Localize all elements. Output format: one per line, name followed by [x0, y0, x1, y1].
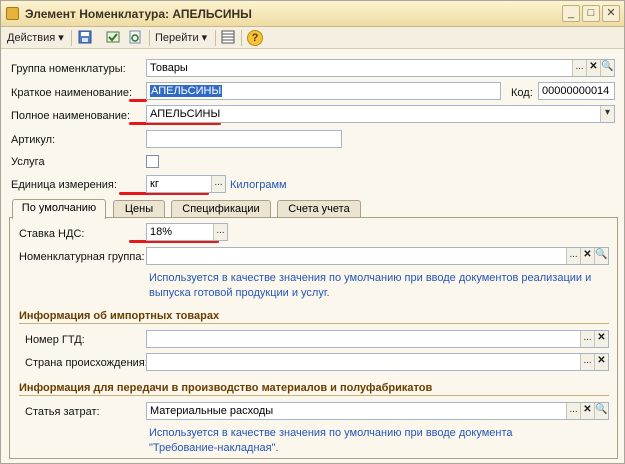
item-group-field[interactable]: ... ✕ 🔍 [146, 247, 609, 265]
close-button[interactable]: ✕ [602, 5, 620, 22]
annotation-underline [129, 99, 147, 102]
save-record-icon[interactable] [77, 30, 93, 46]
search-icon[interactable]: 🔍 [600, 60, 614, 76]
window-title: Элемент Номенклатура: АПЕЛЬСИНЫ [25, 7, 252, 21]
code-label: Код: [511, 87, 533, 99]
chevron-down-icon: ▾ [58, 32, 64, 44]
maximize-button[interactable]: □ [582, 5, 600, 22]
actions-label: Действия [7, 32, 56, 44]
chevron-down-icon[interactable]: ▾ [600, 106, 614, 122]
toolbar-divider [215, 30, 216, 46]
goto-menu[interactable]: Перейти ▾ [155, 30, 207, 46]
hint-line: "Требование-накладная". [149, 442, 279, 454]
tab-defaults[interactable]: По умолчанию [12, 199, 106, 219]
unit-label: Единица измерения: [11, 179, 117, 191]
unit-full-name-link[interactable]: Килограмм [230, 179, 287, 191]
toolbar-divider [241, 30, 242, 46]
hint-line: Используется в качестве значения по умол… [149, 272, 592, 284]
minimize-button[interactable]: _ [562, 5, 580, 22]
code-value: 00000000014 [542, 85, 610, 97]
full-name-value: АПЕЛЬСИНЫ [150, 108, 221, 120]
service-checkbox[interactable] [146, 155, 159, 168]
tab-prices[interactable]: Цены [113, 200, 165, 218]
hint-line: выпуска готовой продукции и услуг. [149, 287, 330, 299]
help-icon[interactable]: ? [247, 30, 263, 46]
gtd-label: Номер ГТД: [25, 334, 85, 346]
cost-item-label: Статья затрат: [25, 406, 100, 418]
toolbar-divider [71, 30, 72, 46]
hint-line: Используется в качестве значения по умол… [149, 427, 513, 439]
clear-icon[interactable]: ✕ [594, 331, 608, 347]
item-group-label: Номенклатурная группа: [19, 251, 145, 263]
search-icon[interactable]: 🔍 [594, 248, 608, 264]
section-divider [19, 395, 609, 396]
select-button[interactable]: ... [572, 60, 586, 76]
service-label: Услуга [11, 156, 45, 168]
tab-accounts[interactable]: Счета учета [277, 200, 361, 218]
group-value: Товары [150, 62, 188, 74]
toolbar-divider [149, 30, 150, 46]
short-name-value: АПЕЛЬСИНЫ [150, 85, 223, 97]
tab-specifications[interactable]: Спецификации [171, 200, 271, 218]
unit-field[interactable]: кг ... [146, 175, 226, 193]
clear-icon[interactable]: ✕ [594, 354, 608, 370]
section-divider [19, 323, 609, 324]
clear-icon[interactable]: ✕ [586, 60, 600, 76]
import-section-title: Информация об импортных товарах [19, 310, 220, 322]
post-record-icon[interactable] [105, 30, 121, 46]
full-name-label: Полное наименование: [11, 110, 131, 122]
clear-icon[interactable]: ✕ [580, 403, 594, 419]
cost-item-hint: Используется в качестве значения по умол… [149, 426, 609, 456]
item-group-hint: Используется в качестве значения по умол… [149, 271, 609, 301]
clear-icon[interactable]: ✕ [580, 248, 594, 264]
cost-item-value: Материальные расходы [150, 405, 274, 417]
group-field[interactable]: Товары ... ✕ 🔍 [146, 59, 615, 77]
title-bar[interactable]: Элемент Номенклатура: АПЕЛЬСИНЫ _ □ ✕ [1, 1, 624, 27]
vat-value: 18% [150, 226, 173, 238]
group-label: Группа номенклатуры: [11, 63, 126, 75]
cost-item-field[interactable]: Материальные расходы ... ✕ 🔍 [146, 402, 609, 420]
short-name-label: Краткое наименование: [11, 87, 133, 99]
short-name-field[interactable]: АПЕЛЬСИНЫ [146, 82, 501, 100]
production-section-title: Информация для передачи в производство м… [19, 382, 433, 394]
article-label: Артикул: [11, 134, 56, 146]
select-button[interactable]: ... [213, 224, 227, 240]
select-button[interactable]: ... [566, 248, 580, 264]
select-button[interactable]: ... [211, 176, 225, 192]
refresh-icon[interactable] [127, 30, 143, 46]
chevron-down-icon: ▾ [201, 32, 208, 44]
vat-label: Ставка НДС: [19, 228, 85, 240]
country-field[interactable]: ... ✕ [146, 353, 609, 371]
goto-label: Перейти [155, 32, 199, 44]
search-icon[interactable]: 🔍 [594, 403, 608, 419]
item-card-window: Элемент Номенклатура: АПЕЛЬСИНЫ _ □ ✕ Де… [0, 0, 625, 464]
structure-icon[interactable] [220, 30, 236, 46]
article-field[interactable] [146, 130, 342, 148]
gtd-field[interactable]: ... ✕ [146, 330, 609, 348]
unit-value: кг [150, 178, 159, 190]
select-button[interactable]: ... [580, 354, 594, 370]
toolbar: Действия ▾ Перейти ▾ ? [1, 27, 624, 49]
select-button[interactable]: ... [566, 403, 580, 419]
country-label: Страна происхождения: [25, 357, 148, 369]
code-field[interactable]: 00000000014 [538, 82, 615, 100]
app-icon [6, 7, 19, 20]
full-name-field[interactable]: АПЕЛЬСИНЫ ▾ [146, 105, 615, 123]
select-button[interactable]: ... [580, 331, 594, 347]
vat-field[interactable]: 18% ... [146, 223, 228, 241]
actions-menu[interactable]: Действия ▾ [7, 30, 64, 46]
